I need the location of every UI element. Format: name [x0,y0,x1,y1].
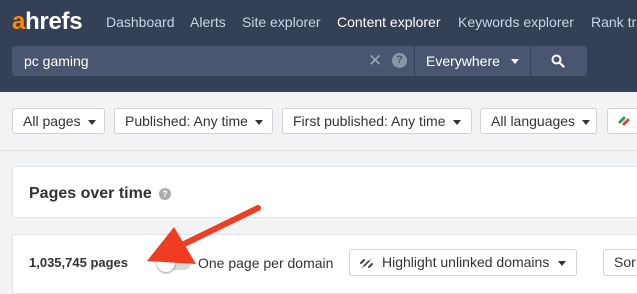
filter-published[interactable]: Published: Any time [114,108,273,134]
nav-site-explorer[interactable]: Site explorer [242,13,321,31]
sort-dropdown[interactable]: Sor [603,249,637,276]
chevron-down-icon [511,59,519,64]
close-icon[interactable]: ✕ [368,51,382,71]
search-button[interactable] [531,46,587,76]
nav-rank-tracker[interactable]: Rank tr [591,13,636,31]
broken-link-icon [360,258,373,269]
search-field[interactable]: pc gaming ✕ ? [12,46,414,76]
nav-alerts[interactable]: Alerts [190,13,226,31]
filter-all-pages-label: All pages [23,113,81,129]
chevron-down-icon [582,119,591,125]
filter-languages-label: All languages [491,113,576,129]
chevron-down-icon [254,119,263,125]
search-icon [551,54,565,68]
pages-over-time-panel: Pages over time ? [12,166,637,218]
highlight-unlinked-domains-label: Highlight unlinked domains [382,254,550,270]
results-panel: 1,035,745 pages One page per domain High… [12,234,637,294]
nav-dashboard[interactable]: Dashboard [106,13,175,31]
results-count: 1,035,745 pages [29,255,129,270]
chevron-down-icon [452,119,461,125]
chevron-down-icon [558,261,566,266]
search-scope-label: Everywhere [426,53,500,69]
panel-title: Pages over time [29,185,152,202]
filter-all-pages[interactable]: All pages [12,108,105,134]
link-icon [618,116,630,126]
filter-links-button[interactable] [607,108,637,134]
nav-keywords-explorer[interactable]: Keywords explorer [458,13,574,31]
filter-languages[interactable]: All languages [480,108,597,134]
ahrefs-logo[interactable]: ahrefs [12,8,83,36]
chevron-down-icon [87,119,96,125]
nav-content-explorer[interactable]: Content explorer [337,13,441,31]
sort-label: Sor [614,254,636,270]
top-navigation-bar: ahrefs Dashboard Alerts Site explorer Co… [0,0,637,92]
help-icon[interactable]: ? [392,53,407,68]
search-input[interactable]: pc gaming [24,53,89,69]
filter-published-label: Published: Any time [125,113,248,129]
filter-first-published[interactable]: First published: Any time [282,108,472,134]
section-divider [0,150,637,151]
logo-text: hrefs [25,8,83,35]
help-icon[interactable]: ? [159,188,171,200]
highlight-unlinked-domains-button[interactable]: Highlight unlinked domains [349,249,577,276]
annotation-arrow-icon [147,205,261,264]
filter-first-published-label: First published: Any time [293,113,446,129]
search-scope-dropdown[interactable]: Everywhere [415,46,530,76]
logo-letter-a: a [12,8,26,35]
